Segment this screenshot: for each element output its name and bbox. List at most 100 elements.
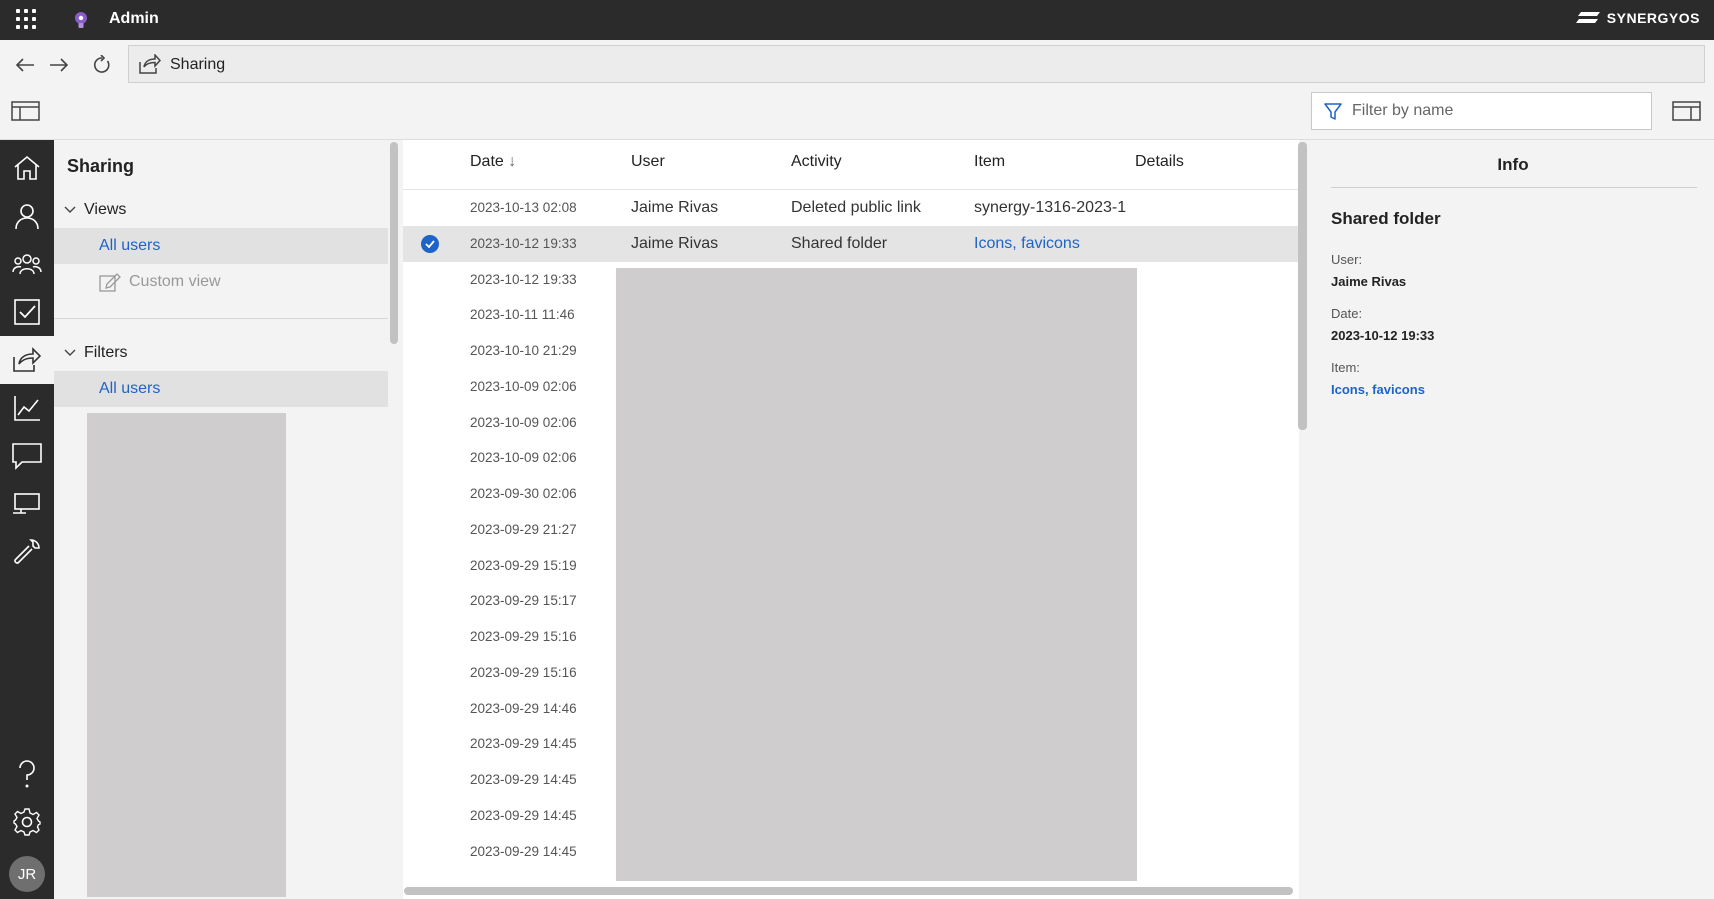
nav-title: Sharing: [67, 156, 135, 176]
redacted-region: [87, 413, 286, 897]
arrow-left-icon: [15, 58, 34, 72]
filter-icon: [1324, 103, 1342, 120]
info-divider: [1331, 187, 1697, 188]
cell-date: 2023-10-11 11:46: [470, 307, 575, 323]
chat-icon: [12, 443, 42, 470]
redacted-region: [616, 268, 1137, 881]
filter-by-name-input[interactable]: [1352, 99, 1642, 123]
cell-date: 2023-10-13 02:08: [470, 200, 577, 215]
list-vertical-scrollbar[interactable]: [1298, 142, 1307, 430]
cell-date: 2023-09-29 21:27: [470, 521, 577, 537]
cell-date: 2023-10-09 02:06: [470, 378, 577, 394]
share-icon: [13, 347, 41, 372]
app-launcher-icon[interactable]: [16, 9, 36, 29]
rail-home[interactable]: [0, 144, 54, 192]
toggle-info-pane-icon[interactable]: [1672, 100, 1702, 122]
info-user-value: Jaime Rivas: [1331, 274, 1407, 289]
cell-date: 2023-09-29 15:16: [470, 629, 577, 644]
users-group-icon: [12, 254, 42, 275]
nav-item-all-users-view[interactable]: All users: [54, 228, 388, 264]
column-header-details[interactable]: Details: [1135, 153, 1184, 171]
cell-date: 2023-09-29 14:45: [470, 772, 577, 787]
back-button[interactable]: [13, 53, 37, 77]
chevron-down-icon: [64, 349, 76, 356]
filter-box[interactable]: [1311, 92, 1652, 130]
cell-date: 2023-10-12 19:33: [470, 271, 577, 287]
activity-list: Date ↓ User Activity Item Details 2023-1…: [403, 140, 1299, 899]
address-row: Sharing: [0, 40, 1714, 88]
app-rail: JR: [0, 140, 54, 899]
table-row[interactable]: 2023-10-12 19:33 Jaime Rivas Shared folder…: [403, 225, 1299, 262]
info-pane: Info Shared folder User: Jaime Rivas Dat…: [1313, 140, 1714, 899]
refresh-button[interactable]: [90, 53, 114, 77]
column-header-date[interactable]: Date ↓: [470, 153, 516, 171]
nav-group-views[interactable]: Views: [64, 201, 126, 219]
refresh-icon: [94, 55, 110, 73]
nav-item-custom-view[interactable]: Custom view: [54, 264, 388, 300]
rail-user[interactable]: [0, 192, 54, 240]
toolbar: [0, 88, 1714, 140]
rail-groups[interactable]: [0, 240, 54, 288]
gear-icon: [13, 808, 41, 836]
help-icon: [19, 760, 35, 788]
info-item-link[interactable]: Icons, favicons: [1331, 382, 1425, 397]
cell-user: Jaime Rivas: [631, 234, 719, 252]
info-heading: Shared folder: [1331, 209, 1441, 228]
cell-date: 2023-09-29 14:46: [470, 700, 577, 716]
list-horizontal-scrollbar[interactable]: [404, 887, 1293, 895]
column-header-user[interactable]: User: [631, 153, 665, 171]
sort-arrow-icon: ↓: [508, 153, 517, 170]
rail-help[interactable]: [0, 750, 54, 798]
nav-item-all-users-filter[interactable]: All users: [54, 371, 388, 407]
navigation-pane: Sharing Views All users Custom view Filt…: [54, 140, 398, 899]
rail-devices[interactable]: [0, 480, 54, 528]
address-bar[interactable]: Sharing: [128, 45, 1705, 83]
user-icon: [15, 204, 39, 230]
cell-user: Jaime Rivas: [631, 199, 719, 216]
brand-mark-icon: [1575, 12, 1600, 23]
device-icon: [13, 493, 40, 514]
avatar[interactable]: JR: [9, 856, 45, 892]
nav-divider: [54, 318, 388, 319]
share-icon: [139, 54, 161, 74]
rail-tasks[interactable]: [0, 288, 54, 336]
rail-tools[interactable]: [0, 528, 54, 576]
cell-item: synergy-1316-2023-1: [974, 199, 1127, 216]
cell-date: 2023-09-29 14:45: [470, 736, 577, 752]
rail-messages[interactable]: [0, 432, 54, 480]
table-row[interactable]: 2023-10-13 02:08 Jaime Rivas Deleted publi…: [403, 190, 1299, 226]
app-title: Admin: [109, 10, 159, 27]
nav-scrollbar[interactable]: [390, 142, 398, 344]
cell-date: 2023-09-29 15:17: [470, 593, 577, 609]
cell-date: 2023-09-30 02:06: [470, 486, 577, 501]
home-icon: [14, 155, 40, 180]
arrow-right-icon: [50, 58, 69, 72]
toggle-navigation-pane-icon[interactable]: [11, 100, 41, 122]
row-selected-check-icon[interactable]: [421, 234, 439, 253]
info-date-label: Date:: [1331, 306, 1363, 321]
nav-group-filters[interactable]: Filters: [64, 344, 128, 362]
cell-activity: Shared folder: [791, 234, 888, 252]
rail-sharing[interactable]: [0, 336, 54, 384]
address-path: Sharing: [170, 56, 226, 73]
cell-date: 2023-10-09 02:06: [470, 450, 577, 466]
line-chart-icon: [14, 396, 40, 421]
forward-button[interactable]: [47, 53, 71, 77]
cell-item[interactable]: Icons, favicons: [974, 235, 1136, 253]
cell-date: 2023-09-29 14:45: [470, 807, 577, 823]
rail-settings[interactable]: [0, 798, 54, 846]
chevron-down-icon: [64, 206, 76, 213]
cell-date: 2023-10-10 21:29: [470, 343, 577, 358]
info-title: Info: [1497, 155, 1529, 174]
column-header-item[interactable]: Item: [974, 153, 1005, 171]
brand-logo: SYNERGYOS: [1575, 10, 1700, 26]
cell-date: 2023-09-29 15:16: [470, 664, 577, 680]
info-user-label: User:: [1331, 252, 1363, 267]
info-date-value: 2023-10-12 19:33: [1331, 328, 1435, 343]
edit-icon: [99, 273, 121, 292]
info-item-label: Item:: [1331, 360, 1360, 375]
rail-reports[interactable]: [0, 384, 54, 432]
column-header-activity[interactable]: Activity: [791, 153, 842, 171]
checkbox-icon: [14, 299, 40, 325]
cell-date: 2023-10-12 19:33: [470, 235, 577, 251]
